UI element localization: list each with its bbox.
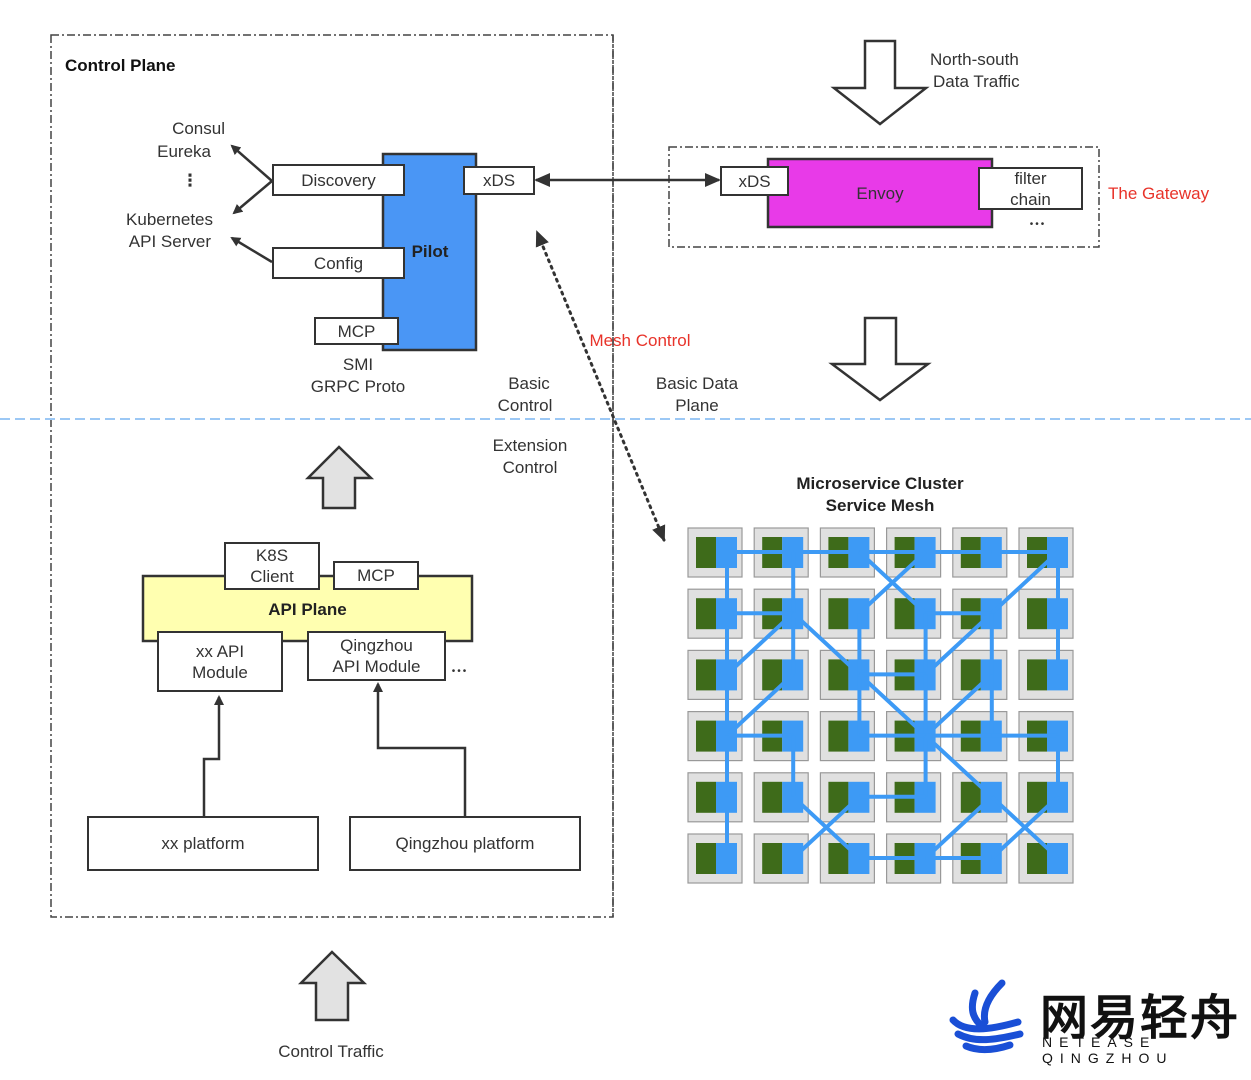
mesh-service-node — [687, 833, 743, 884]
arrow-qingzhou-platform — [373, 682, 467, 816]
gateway-to-mesh-arrow-icon — [828, 316, 932, 402]
mesh-service-node — [952, 649, 1008, 701]
registry-api-server: API Server — [128, 232, 211, 251]
north-south-label-line1: North-south — [930, 50, 1019, 69]
mesh-workload — [762, 843, 783, 874]
control-plane-title: Control Plane — [65, 56, 176, 75]
netease-qingzhou-logo-icon — [949, 979, 1024, 1054]
qingzhou-platform-box: Qingzhou platform — [349, 816, 581, 871]
xx-api-module-line1: xx API — [195, 641, 245, 661]
mcp-caption-smi: SMI — [342, 355, 374, 374]
qingzhou-api-module: Qingzhou API Module — [307, 631, 446, 681]
api-plane-label: API Plane — [268, 600, 347, 619]
pilot-xds-port: xDS — [463, 166, 535, 195]
mesh-workload — [696, 720, 716, 752]
envoy-xds-port: xDS — [720, 166, 789, 196]
filter-chain-box: filter chain — [978, 167, 1083, 210]
arrow-config-apiserver — [230, 236, 273, 264]
k8s-client-line1: K8S — [255, 546, 289, 565]
arrow-discovery-kubernetes — [232, 180, 273, 215]
mesh-service-node — [753, 833, 809, 884]
arrow-xx-platform — [202, 695, 224, 816]
control-traffic-label: Control Traffic — [278, 1042, 384, 1061]
mesh-service-node — [687, 649, 743, 701]
zone-basic-control-line2: Control — [497, 396, 553, 415]
gateway-label: The Gateway — [1108, 184, 1210, 203]
api-module-more: ••• — [451, 666, 469, 677]
api-plane-up-arrow-icon — [304, 445, 375, 510]
control-traffic-arrow-icon — [297, 950, 368, 1022]
mesh-service-node — [952, 772, 1008, 823]
filter-chain-line2: chain — [1010, 189, 1051, 209]
qingzhou-api-module-line1: Qingzhou — [340, 636, 413, 655]
zone-extension-control-line1: Extension — [492, 436, 568, 455]
mesh-title-line1: Microservice Cluster — [796, 474, 964, 493]
mesh-workload — [1027, 598, 1047, 630]
mesh-workload — [828, 598, 849, 630]
mesh-service-node — [753, 772, 809, 823]
k8s-client-port: K8S Client — [224, 542, 320, 590]
zone-basic-data-plane-line2: Plane — [675, 396, 719, 415]
registry-eureka: Eureka — [157, 142, 211, 161]
xx-api-module: xx API Module — [157, 631, 283, 692]
mesh-title-line2: Service Mesh — [825, 496, 935, 515]
filter-chain-more: ••• — [1029, 219, 1047, 230]
mcp-caption-grpc: GRPC Proto — [310, 377, 406, 396]
mesh-workload — [696, 537, 716, 568]
api-plane-mcp-port: MCP — [333, 561, 419, 590]
north-south-arrow-icon — [830, 39, 930, 126]
zone-extension-control-line2: Control — [502, 458, 558, 477]
north-south-label-line2: Data Traffic — [933, 72, 1020, 91]
mesh-workload — [696, 781, 716, 813]
mesh-workload — [762, 781, 783, 813]
mesh-service-node — [687, 772, 743, 823]
mesh-sidecar — [782, 843, 804, 874]
mesh-service-node — [1018, 649, 1074, 701]
mesh-workload — [828, 720, 849, 752]
mesh-workload — [1027, 659, 1047, 691]
mesh-cells — [687, 527, 1074, 884]
xx-platform-box: xx platform — [87, 816, 319, 871]
zone-basic-data-plane-line1: Basic Data — [655, 374, 739, 393]
zone-basic-control-line1: Basic — [508, 374, 550, 393]
logo-english-text: NETEASE QINGZHOU — [1042, 1034, 1174, 1066]
envoy-label: Envoy — [856, 184, 904, 203]
mesh-control-label: Mesh Control — [589, 331, 691, 350]
qingzhou-api-module-line2: API Module — [332, 657, 421, 676]
registry-consul: Consul — [172, 119, 225, 138]
k8s-client-line2: Client — [250, 567, 294, 586]
mesh-service-node — [1018, 772, 1074, 823]
registry-kubernetes: Kubernetes — [126, 210, 213, 229]
mesh-service-node — [753, 649, 809, 701]
discovery-port: Discovery — [272, 164, 405, 196]
pilot-mcp-port: MCP — [314, 317, 399, 345]
filter-chain-line1: filter — [1014, 168, 1047, 188]
registry-ellipsis: ⋮ — [181, 171, 199, 190]
xx-api-module-line2: Module — [192, 662, 248, 682]
mesh-workload — [696, 843, 716, 874]
mesh-service-node — [819, 588, 876, 639]
mesh-service-node — [1018, 588, 1074, 639]
mesh-service-node — [1018, 833, 1074, 884]
pilot-label: Pilot — [411, 242, 449, 261]
arrow-discovery-consul — [230, 144, 273, 182]
mesh-workload — [696, 598, 716, 630]
config-port: Config — [272, 247, 405, 279]
mesh-workload — [696, 659, 716, 691]
